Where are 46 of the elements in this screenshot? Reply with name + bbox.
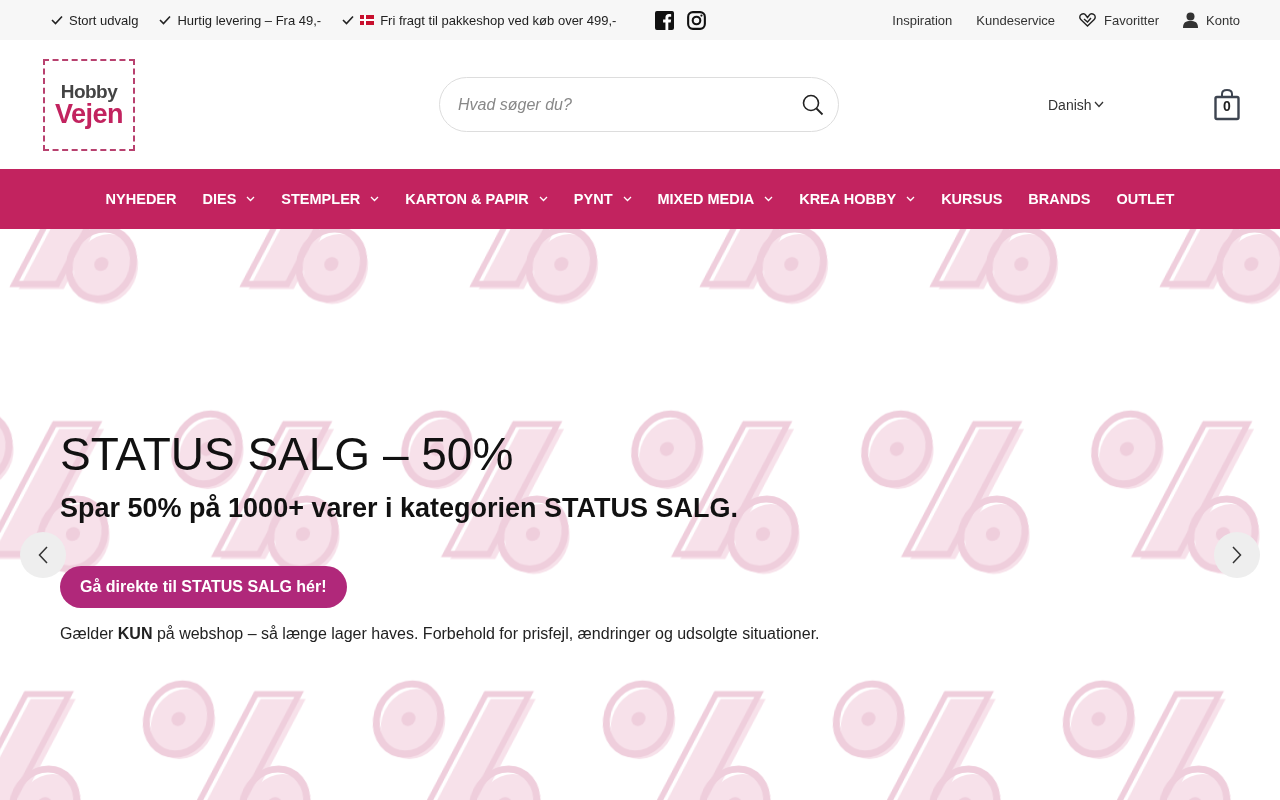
top-link[interactable]: Favoritter [1079, 12, 1159, 28]
nav-item[interactable]: KURSUS [941, 191, 1003, 207]
hero-subtitle: Spar 50% på 1000+ varer i kategorien STATUS SALG. [60, 493, 740, 524]
nav-item[interactable]: MIXED MEDIA [657, 191, 774, 207]
check-icon [342, 15, 355, 25]
usp-text: Fri fragt til pakkeshop ved køb over 499,- [380, 12, 617, 28]
logo[interactable]: Hobby Vejen [43, 58, 135, 151]
nav-item[interactable]: NYHEDER [105, 191, 177, 207]
search-icon[interactable] [802, 93, 824, 116]
logo-text: Hobby [60, 81, 118, 101]
nav-item[interactable]: BRANDS [1028, 191, 1091, 207]
hero-note: Gælder KUN på webshop – så længe lager haves. Forbehold for prisfejl, ændringer og udsolgte situationer. [60, 625, 821, 643]
nav-item[interactable]: STEMPLER [281, 191, 380, 207]
logo-text: Vejen [54, 100, 123, 128]
chevron-down-icon [1093, 101, 1104, 108]
check-icon [159, 15, 172, 25]
user-icon [1183, 12, 1198, 28]
sale-button[interactable]: Gå direkte til STATUS SALG hér! [60, 566, 347, 608]
nav-item[interactable]: PYNT [573, 191, 632, 207]
chevron-down-icon [538, 196, 548, 202]
chevron-down-icon [622, 196, 632, 202]
usp-text: Hurtig levering – Fra 49,- [177, 12, 322, 28]
top-link[interactable]: Inspiration [892, 12, 953, 28]
chevron-down-icon [246, 196, 256, 202]
nav-item[interactable]: OUTLET [1116, 191, 1175, 207]
bag-icon [1214, 88, 1240, 121]
nav-item[interactable]: KARTON & PAPIR [405, 191, 548, 207]
cart-count: 0 [1223, 98, 1231, 113]
chevron-down-icon [370, 196, 380, 202]
usp-text: Stort udvalg [69, 12, 139, 28]
top-link[interactable]: Kundeservice [976, 12, 1056, 28]
facebook-icon[interactable] [655, 10, 675, 30]
heart-icon [1079, 13, 1097, 27]
top-link[interactable]: Konto [1183, 12, 1240, 28]
search-field[interactable]: Hvad søger du? [456, 94, 802, 115]
nav-item[interactable]: DIES [202, 191, 256, 207]
check-icon [51, 15, 63, 25]
chevron-left-icon [38, 546, 48, 564]
instagram-icon[interactable] [687, 10, 707, 30]
cart-button[interactable]: 0 [1214, 88, 1240, 121]
nav-item[interactable]: KREA HOBBY [799, 191, 916, 207]
chevron-down-icon [764, 196, 774, 202]
chevron-down-icon [906, 196, 916, 202]
language-selector[interactable]: Danish [1048, 96, 1104, 113]
hero-title: STATUS SALG – 50% [60, 427, 515, 481]
chevron-right-icon [1232, 546, 1242, 564]
